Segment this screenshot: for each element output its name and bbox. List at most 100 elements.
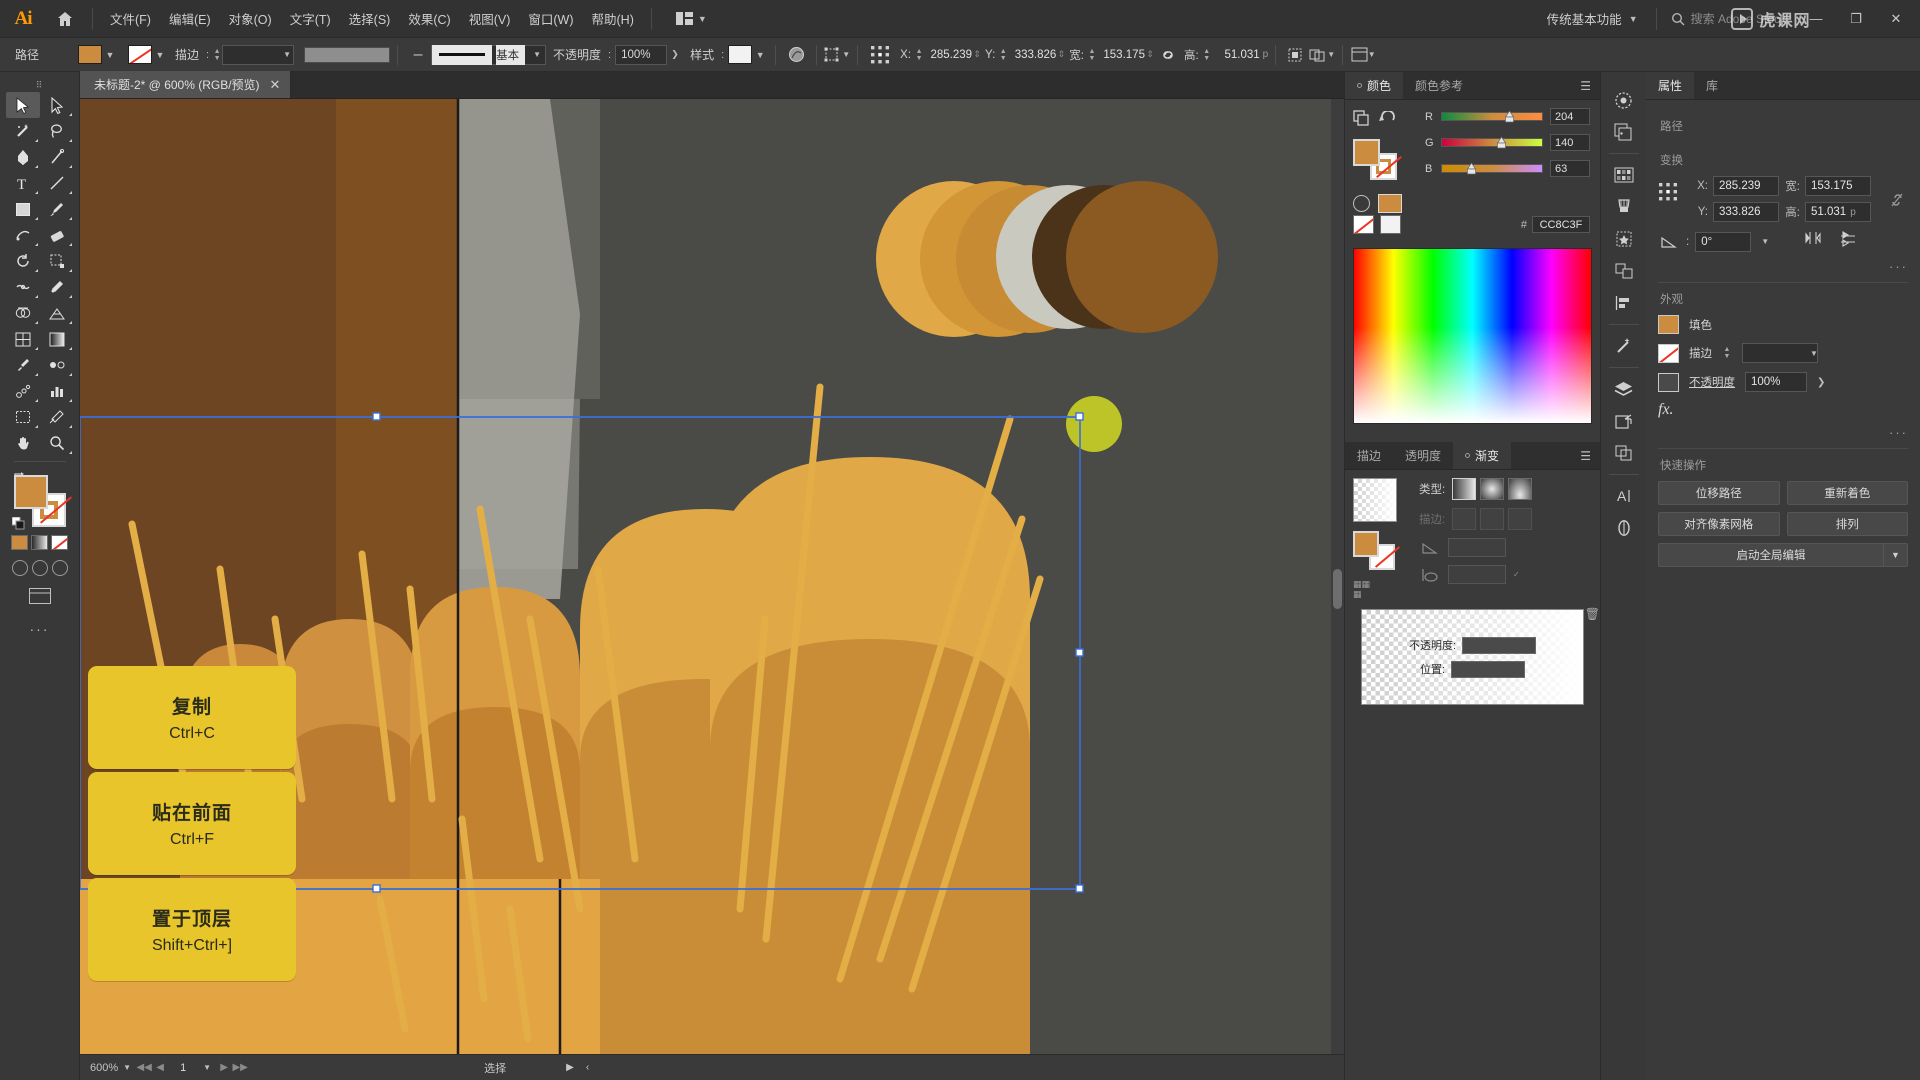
tab-color-guide[interactable]: 颜色参考 — [1403, 72, 1475, 99]
slider-b-value[interactable]: 63 — [1550, 160, 1590, 177]
stroke-profile-bar[interactable] — [304, 46, 391, 63]
transform-icon[interactable]: ▼ — [824, 43, 850, 67]
free-transform-tool[interactable] — [40, 274, 74, 300]
stroke-weight-field[interactable]: ▼ — [222, 44, 295, 65]
fx-label[interactable]: fx. — [1658, 401, 1908, 419]
slider-b-thumb[interactable] — [1466, 161, 1477, 177]
global-edit-chevron-down-icon[interactable]: ▼ — [1884, 543, 1908, 567]
selection-tool[interactable] — [5, 92, 40, 118]
gradient-slider[interactable]: 不透明度: 位置: — [1361, 609, 1584, 705]
gradient-stroke-within-button[interactable] — [1452, 508, 1477, 530]
shape-builder-tool[interactable] — [6, 300, 40, 326]
home-icon[interactable] — [46, 0, 84, 38]
document-setup-icon[interactable]: ▼ — [1350, 43, 1376, 67]
status-prev-icon[interactable]: ‹ — [586, 1062, 589, 1073]
align-icon[interactable] — [1283, 43, 1309, 67]
w-stepper[interactable]: ▲ ▼ — [1087, 45, 1097, 65]
canvas[interactable]: 复制 Ctrl+C 贴在前面 Ctrl+F 置于顶层 Shift+Ctrl+] — [80, 99, 1344, 1054]
appearance-opacity-swatch[interactable] — [1658, 372, 1679, 392]
prev-artboard-icon[interactable]: ◀ — [152, 1062, 168, 1073]
tab-properties[interactable]: 属性 — [1646, 72, 1695, 99]
slider-r-value[interactable]: 204 — [1550, 108, 1590, 125]
minimize-button[interactable]: — — [1796, 0, 1836, 38]
menu-select[interactable]: 选择(S) — [340, 0, 400, 38]
slider-r-thumb[interactable] — [1504, 109, 1515, 125]
mesh-tool[interactable] — [6, 326, 40, 352]
canvas-scroll-thumb[interactable] — [1333, 569, 1342, 609]
type-tool[interactable]: T — [6, 170, 40, 196]
undo-color-icon[interactable] — [1379, 109, 1395, 131]
slider-r-track[interactable] — [1441, 110, 1543, 123]
align-icon[interactable] — [1607, 287, 1641, 319]
blend-tool[interactable] — [40, 352, 74, 378]
brushes-icon[interactable] — [1607, 191, 1641, 223]
gradient-stroke-across-button[interactable] — [1508, 508, 1533, 530]
rectangle-tool[interactable] — [6, 196, 40, 222]
default-fill-stroke-icon[interactable] — [11, 516, 26, 531]
prop-h-field[interactable]: 51.031 p — [1805, 202, 1871, 222]
gradient-angle-field[interactable] — [1448, 538, 1506, 557]
control-fill-swatch[interactable] — [78, 45, 102, 64]
flip-vertical-icon[interactable] — [1839, 230, 1857, 253]
gradient-stroke-along-button[interactable] — [1480, 508, 1505, 530]
character-icon[interactable]: A — [1607, 480, 1641, 512]
gradient-preview-thumb[interactable] — [1353, 478, 1397, 522]
zoom-tool[interactable] — [40, 430, 74, 456]
close-icon[interactable]: ✕ — [270, 78, 281, 91]
fill-chevron-down-icon[interactable]: ▼ — [102, 45, 118, 65]
web-safe-swatch[interactable] — [1378, 194, 1402, 213]
appearance-stroke-swatch[interactable] — [1658, 343, 1679, 363]
document-tab[interactable]: 未标题-2* @ 600% (RGB/预览) ✕ — [80, 71, 292, 98]
color-white-swatch[interactable] — [1380, 215, 1401, 234]
tab-gradient[interactable]: 渐变 — [1453, 442, 1512, 469]
prop-angle-field[interactable]: 0° — [1695, 231, 1752, 252]
constrain-proportions-icon[interactable] — [1886, 176, 1908, 210]
opacity-field[interactable]: 100% — [615, 44, 668, 65]
appearance-opacity-label[interactable]: 不透明度 — [1689, 374, 1735, 390]
qa-recolor[interactable]: 重新着色 — [1786, 481, 1908, 505]
appearance-opacity-field[interactable]: 100% — [1745, 372, 1807, 392]
column-graph-tool[interactable] — [40, 378, 74, 404]
scale-tool[interactable] — [40, 248, 74, 274]
layers-thumbnail-icon[interactable] — [1607, 116, 1641, 148]
prop-x-field[interactable]: 285.239 — [1713, 176, 1779, 196]
tab-libraries[interactable]: 库 — [1694, 72, 1730, 99]
gradient-tool[interactable] — [40, 326, 74, 352]
line-segment-tool[interactable] — [40, 170, 74, 196]
gradient-reverse-icon[interactable]: ▦▦ ▦ — [1353, 579, 1407, 599]
tab-transparency[interactable]: 透明度 — [1393, 442, 1453, 469]
fill-swatch[interactable] — [13, 475, 48, 509]
pathfinder-icon[interactable]: ▼ — [1309, 43, 1335, 67]
gradient-linear-button[interactable] — [1452, 478, 1477, 500]
recolor-artwork-icon[interactable] — [783, 43, 809, 67]
edit-toolbar-icon[interactable]: ··· — [30, 621, 50, 637]
menu-view[interactable]: 视图(V) — [460, 0, 520, 38]
artboards-icon[interactable] — [1607, 255, 1641, 287]
links-icon[interactable] — [1607, 405, 1641, 437]
slider-b-track[interactable] — [1441, 162, 1543, 175]
h-stepper[interactable]: ▲ ▼ — [1202, 45, 1212, 65]
x-stepper[interactable]: ▲ ▼ — [914, 45, 924, 65]
paintbrush-tool[interactable] — [40, 196, 74, 222]
qa-arrange[interactable]: 排列 — [1786, 512, 1908, 536]
lock-aspect-ratio-icon[interactable] — [1155, 43, 1181, 67]
gradient-radial-button[interactable] — [1480, 478, 1505, 500]
prop-y-field[interactable]: 333.826 — [1713, 202, 1779, 222]
swatches-icon[interactable] — [1607, 159, 1641, 191]
angle-chevron-down-icon[interactable]: ▼ — [1757, 237, 1773, 246]
control-y-value[interactable]: 333.826 — [1008, 49, 1057, 61]
stroke-weight-stepper[interactable]: ▲ ▼ — [212, 45, 222, 65]
rotate-tool[interactable] — [6, 248, 40, 274]
pen-tool[interactable] — [6, 144, 40, 170]
menu-file[interactable]: 文件(F) — [101, 0, 160, 38]
appearance-more-options[interactable]: ··· — [1658, 425, 1908, 440]
menu-window[interactable]: 窗口(W) — [519, 0, 582, 38]
gradient-panel-menu-icon[interactable]: ☰ — [1571, 442, 1600, 469]
qa-offset-path[interactable]: 位移路径 — [1658, 481, 1780, 505]
qa-global-edit[interactable]: 启动全局编辑 — [1658, 543, 1884, 567]
workspace-switcher[interactable]: 传统基本功能 ▼ — [1537, 9, 1648, 28]
appearance-fill-swatch[interactable] — [1658, 315, 1679, 334]
pathfinder-icon[interactable] — [1607, 437, 1641, 469]
magic-wand-tool[interactable] — [6, 118, 40, 144]
menu-object[interactable]: 对象(O) — [220, 0, 281, 38]
